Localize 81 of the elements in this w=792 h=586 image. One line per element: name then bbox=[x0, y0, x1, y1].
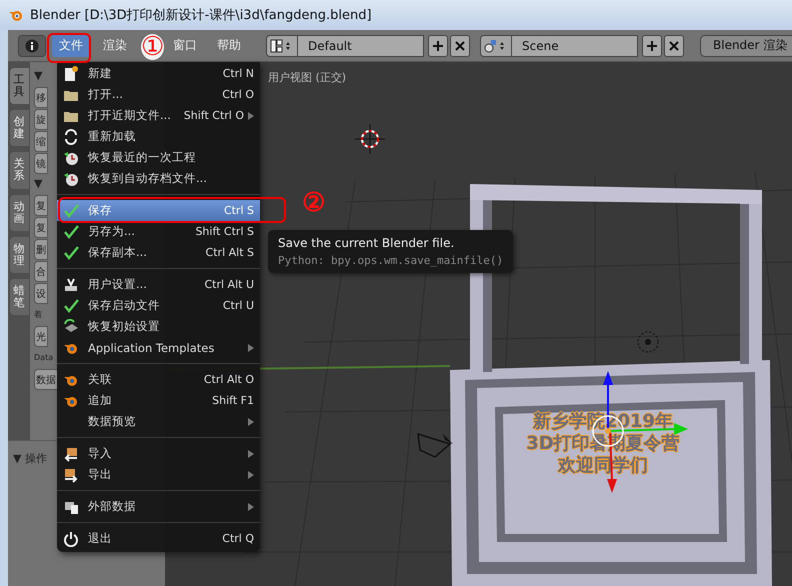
tool-button[interactable]: 镜 bbox=[34, 153, 48, 174]
view-label: 用户视图 (正交) bbox=[268, 70, 346, 85]
side-tab[interactable]: 工具 bbox=[10, 68, 28, 104]
window-title: Blender [D:\3D打印创新设计-课件\i3d\fangdeng.blend] bbox=[30, 7, 372, 24]
checkmark-icon bbox=[63, 224, 79, 240]
close-icon bbox=[454, 40, 466, 52]
menu-item[interactable]: 导入 bbox=[57, 443, 260, 464]
tool-button[interactable]: 删 bbox=[34, 239, 48, 260]
close-icon bbox=[668, 40, 680, 52]
side-tab[interactable]: 关系 bbox=[10, 152, 28, 189]
menu-item[interactable]: 追加 Shift F1 bbox=[57, 390, 260, 411]
info-icon bbox=[25, 38, 39, 52]
step-number: ② bbox=[302, 190, 325, 216]
checkmark-icon bbox=[63, 298, 79, 314]
menu-item[interactable]: 恢复到自动存档文件... bbox=[57, 168, 260, 189]
scene-field[interactable]: Scene bbox=[512, 34, 638, 56]
close-button[interactable] bbox=[664, 34, 684, 56]
reload-icon bbox=[63, 128, 79, 144]
tooltip-description: Save the current Blender file. bbox=[278, 236, 456, 250]
tool-button[interactable]: 复 bbox=[34, 195, 48, 216]
menu-item[interactable]: 外部数据 bbox=[57, 496, 260, 517]
menu-item[interactable]: 保存副本... Ctrl Alt S bbox=[57, 242, 260, 263]
panel-label: 着 bbox=[34, 309, 42, 321]
layout-selector-button[interactable] bbox=[266, 34, 298, 56]
menu-item[interactable]: 用户设置... Ctrl Alt U bbox=[57, 274, 260, 295]
menu-item[interactable]: 帮助 bbox=[210, 34, 248, 57]
tool-button[interactable]: 合 bbox=[34, 261, 48, 282]
lamp-icon bbox=[638, 332, 658, 352]
menu-item[interactable]: 关联 Ctrl Alt O bbox=[57, 369, 260, 390]
menu-item[interactable]: 新建 Ctrl N bbox=[57, 63, 260, 84]
menu-item[interactable]: 导出 bbox=[57, 464, 260, 485]
checkmark-icon bbox=[63, 244, 79, 260]
export-icon bbox=[63, 466, 79, 482]
menu-item[interactable]: 保存 Ctrl S bbox=[57, 200, 260, 221]
clock-icon bbox=[63, 150, 79, 166]
side-tab[interactable]: 物理 bbox=[10, 236, 28, 273]
operator-panel-title: ▼ 操作 bbox=[13, 452, 47, 465]
side-tab[interactable]: 动画 bbox=[10, 194, 28, 231]
menu-item[interactable]: 恢复最近的一次工程 bbox=[57, 147, 260, 168]
tool-button[interactable]: 光 bbox=[34, 326, 48, 347]
add-button[interactable] bbox=[642, 34, 662, 56]
tool-button[interactable]: 缩 bbox=[34, 131, 48, 152]
menu-item[interactable]: 数据预览 bbox=[57, 411, 260, 432]
menu-item[interactable]: 文件 bbox=[52, 34, 90, 57]
menu-item[interactable]: 窗口 bbox=[166, 34, 204, 57]
clock-icon bbox=[63, 170, 79, 186]
panel-header-arrow[interactable]: ▼ bbox=[34, 174, 42, 194]
tool-button[interactable]: 旋 bbox=[34, 109, 48, 130]
menu-item[interactable]: 退出 Ctrl Q bbox=[57, 528, 260, 549]
panel-label: Data bbox=[34, 352, 54, 364]
screen-layout-field[interactable]: Default bbox=[298, 34, 424, 56]
render-engine-dropdown[interactable]: Blender 渲染 bbox=[700, 34, 792, 56]
side-tab[interactable]: 创建 bbox=[10, 110, 28, 146]
camera-icon bbox=[417, 432, 453, 458]
menu-item[interactable]: 保存启动文件 Ctrl U bbox=[57, 295, 260, 316]
tooltip-python: Python: bpy.ops.wm.save_mainfile() bbox=[278, 254, 504, 267]
plus-icon bbox=[432, 40, 444, 52]
import-icon bbox=[63, 446, 79, 462]
checkmark-icon bbox=[63, 202, 79, 218]
add-button[interactable] bbox=[428, 34, 448, 56]
tool-button[interactable]: 移 bbox=[34, 87, 48, 108]
tool-button[interactable]: 数据 bbox=[34, 369, 58, 390]
menu-item[interactable]: 打开... Ctrl O bbox=[57, 84, 260, 105]
plus-icon bbox=[646, 40, 658, 52]
tool-button[interactable]: 设 bbox=[34, 283, 48, 304]
close-button[interactable] bbox=[450, 34, 470, 56]
scene-selector-button[interactable] bbox=[480, 34, 512, 56]
new-file-icon bbox=[63, 66, 79, 82]
menu-item[interactable]: 重新加载 bbox=[57, 126, 260, 147]
power-icon bbox=[63, 530, 79, 546]
3d-cursor-icon bbox=[354, 124, 386, 154]
menu-item[interactable]: Application Templates bbox=[57, 337, 260, 358]
menu-item[interactable]: 打开近期文件... Shift Ctrl O bbox=[57, 105, 260, 126]
side-tab[interactable]: 蜡笔 bbox=[10, 278, 28, 316]
menu-item[interactable]: 另存为... Shift Ctrl S bbox=[57, 221, 260, 242]
info-editor-button[interactable] bbox=[18, 34, 46, 56]
highlight-frame bbox=[47, 33, 91, 63]
panel-header-arrow[interactable]: ▼ bbox=[34, 66, 42, 86]
menu-item[interactable]: 恢复初始设置 bbox=[57, 316, 260, 337]
menu-item[interactable]: 渲染 bbox=[96, 34, 134, 57]
tool-button[interactable]: 复 bbox=[34, 217, 48, 238]
